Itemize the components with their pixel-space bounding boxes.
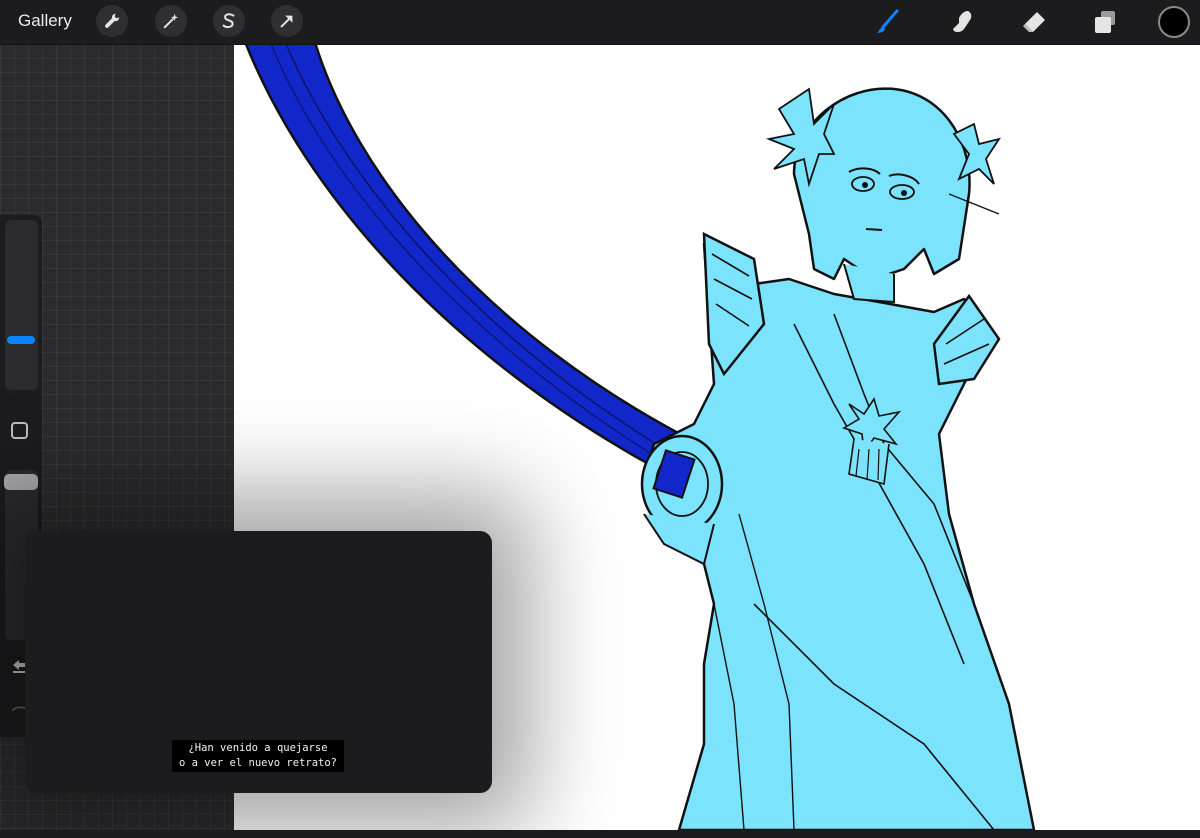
top-toolbar: Gallery [0, 0, 1200, 45]
color-swatch[interactable] [1158, 6, 1190, 38]
smudge-tool[interactable] [947, 6, 979, 38]
subtitle-line-1: ¿Han venido a quejarse [188, 742, 328, 754]
magic-wand-icon [163, 13, 179, 29]
brush-size-slider[interactable] [5, 220, 38, 390]
size-slider-handle[interactable] [7, 336, 35, 344]
modify-square-icon[interactable] [11, 422, 28, 439]
sword-blade [244, 44, 701, 484]
wrench-icon [105, 13, 120, 28]
brush-icon [877, 9, 899, 33]
layers-icon [1095, 11, 1115, 33]
video-subtitle: ¿Han venido a quejarse o a ver el nuevo … [172, 740, 344, 772]
smudge-finger-icon [953, 11, 972, 33]
eraser-icon [1023, 12, 1045, 32]
eraser-tool[interactable] [1018, 6, 1050, 38]
arrow-cursor-icon [280, 15, 293, 28]
transform-button[interactable] [271, 5, 303, 37]
layers-tool[interactable] [1089, 6, 1121, 38]
gallery-button[interactable]: Gallery [18, 11, 72, 31]
opacity-slider-handle[interactable] [4, 474, 38, 490]
subtitle-line-2: o a ver el nuevo retrato? [178, 757, 338, 769]
brush-tool[interactable] [872, 6, 904, 38]
actions-button[interactable] [96, 5, 128, 37]
selection-s-icon [222, 13, 235, 29]
adjustments-button[interactable] [155, 5, 187, 37]
bottom-strip [0, 830, 1200, 838]
selection-button[interactable] [213, 5, 245, 37]
